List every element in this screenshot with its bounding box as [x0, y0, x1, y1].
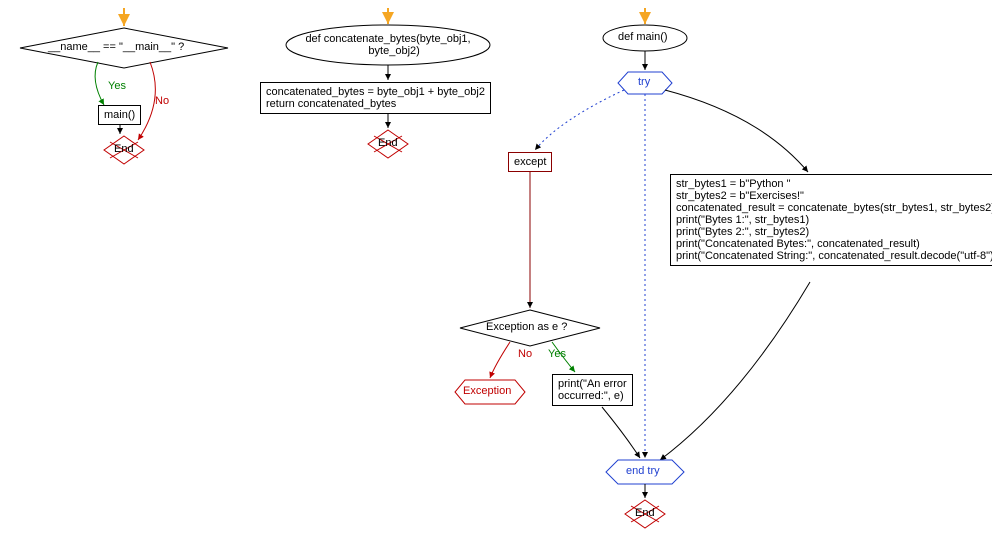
label-yes-1: Yes — [108, 80, 126, 92]
main-call-box: main() — [98, 105, 141, 125]
label-yes-2: Yes — [548, 348, 566, 360]
end-label-3: End — [635, 507, 655, 519]
end-try-label: end try — [626, 465, 660, 477]
end-label-1: End — [114, 143, 134, 155]
exception-decision-text: Exception as e ? — [486, 321, 567, 333]
def-main-ellipse-text: def main() — [618, 31, 668, 43]
label-no-1: No — [155, 95, 169, 107]
end-label-2: End — [378, 137, 398, 149]
label-no-2: No — [518, 348, 532, 360]
try-body-box: str_bytes1 = b"Python " str_bytes2 = b"E… — [670, 174, 992, 266]
exception-hex-text: Exception — [463, 385, 511, 397]
try-label: try — [638, 76, 650, 88]
decision-name-main: __name__ == "__main__" ? — [48, 41, 184, 53]
concat-body-box: concatenated_bytes = byte_obj1 + byte_ob… — [260, 82, 491, 114]
def-concat-ellipse-text: def concatenate_bytes(byte_obj1, byte_ob… — [300, 33, 476, 57]
print-error-box: print("An error occurred:", e) — [552, 374, 633, 406]
except-box: except — [508, 152, 552, 172]
